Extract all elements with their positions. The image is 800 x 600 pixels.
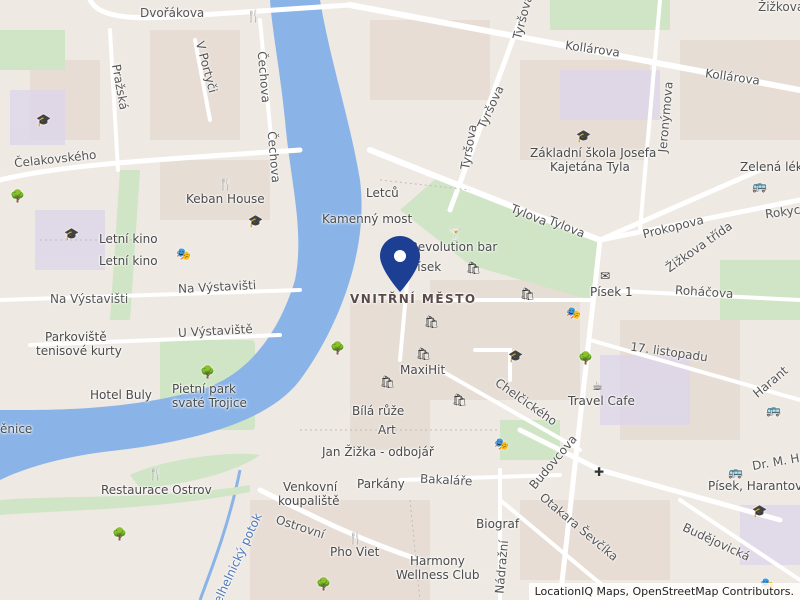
poi-venkovni-line1[interactable]: Venkovní bbox=[283, 480, 337, 494]
street-label-dvorakova: Dvořákova bbox=[140, 6, 205, 20]
poi-restaurace-ostrov[interactable]: Restaurace Ostrov bbox=[101, 483, 212, 497]
restaurant-icon[interactable]: 🍴 bbox=[348, 532, 363, 544]
poi-venkovni-line2[interactable]: koupaliště bbox=[278, 494, 339, 508]
school-icon[interactable]: 🎓 bbox=[248, 215, 263, 227]
poi-bila-ruze[interactable]: Bílá růže bbox=[352, 404, 404, 418]
theatre-icon[interactable]: 🎭 bbox=[494, 438, 509, 450]
school-icon[interactable]: 🎓 bbox=[508, 350, 523, 362]
poi-zakladni-skola-line1[interactable]: Základní škola Josefa bbox=[530, 146, 656, 160]
street-label-na-vystavisti-1: Na Výstavišti bbox=[50, 292, 129, 306]
school-icon[interactable]: 🎓 bbox=[752, 505, 767, 517]
school-icon[interactable]: 🎓 bbox=[576, 130, 591, 142]
poi-harmony-line2[interactable]: Wellness Club bbox=[396, 568, 479, 582]
poi-pietni-park-line1[interactable]: Pietní park bbox=[172, 382, 236, 396]
poi-pisek-1[interactable]: Písek 1 bbox=[590, 285, 633, 299]
map-canvas[interactable]: Dvořákova Pražská V Portyči Čechova Čech… bbox=[0, 0, 800, 600]
poi-pho-viet[interactable]: Pho Viet bbox=[330, 545, 379, 559]
tree-icon[interactable]: 🌳 bbox=[578, 352, 593, 364]
restaurant-icon[interactable]: 🍴 bbox=[246, 10, 261, 22]
tree-icon[interactable]: 🌳 bbox=[316, 578, 331, 590]
restaurant-icon[interactable]: 🍴 bbox=[148, 468, 163, 480]
poi-cenice: ěnice bbox=[0, 422, 33, 436]
pharmacy-icon[interactable]: ✚ bbox=[594, 466, 604, 478]
label-kamenny-most: Kamenný most bbox=[322, 212, 413, 226]
shop-icon[interactable]: 🛍 bbox=[424, 316, 439, 328]
street-label-bakalare: Bakaláře bbox=[419, 471, 473, 489]
shop-icon[interactable]: 🛍 bbox=[466, 262, 481, 274]
poi-revolution-bar[interactable]: Revolution bar bbox=[410, 240, 497, 254]
bus-icon[interactable]: 🚌 bbox=[766, 404, 781, 416]
theatre-icon[interactable]: 🎭 bbox=[176, 248, 191, 260]
tree-icon[interactable]: 🌳 bbox=[330, 342, 345, 354]
restaurant-icon[interactable]: 🍴 bbox=[218, 178, 233, 190]
tree-icon[interactable]: 🌳 bbox=[200, 366, 215, 378]
poi-pisek-harantova[interactable]: Písek, Harantova bbox=[708, 479, 800, 493]
poi-keban-house[interactable]: Keban House bbox=[186, 192, 265, 206]
poi-jan-zizka[interactable]: Jan Žižka - odbojář bbox=[322, 445, 434, 459]
poi-zakladni-skola-line2[interactable]: Kajetána Tyla bbox=[550, 160, 630, 174]
bus-icon[interactable]: 🚌 bbox=[728, 466, 743, 478]
poi-travel-cafe[interactable]: Travel Cafe bbox=[568, 394, 635, 408]
poi-biograf[interactable]: Biograf bbox=[476, 517, 519, 531]
poi-parkany[interactable]: Parkány bbox=[357, 477, 405, 491]
poi-tenisove-kurty[interactable]: tenisové kurty bbox=[36, 344, 122, 358]
bar-icon[interactable]: 🍸 bbox=[448, 228, 463, 240]
shop-icon[interactable]: 🛍 bbox=[520, 288, 535, 300]
district-label: VNITŘNÍ MĚSTO bbox=[350, 292, 477, 306]
poi-hotel-buly[interactable]: Hotel Buly bbox=[90, 388, 152, 402]
poi-pietni-park-line2[interactable]: svaté Trojice bbox=[172, 396, 247, 410]
tree-icon[interactable]: 🌳 bbox=[10, 190, 25, 202]
school-icon[interactable]: 🎓 bbox=[36, 114, 51, 126]
cafe-icon[interactable]: ☕ bbox=[592, 380, 603, 392]
label-letcu: Letců bbox=[366, 186, 399, 200]
tree-icon[interactable]: 🌳 bbox=[112, 528, 127, 540]
shop-icon[interactable]: 🛍 bbox=[416, 348, 431, 360]
school-icon[interactable]: 🎓 bbox=[64, 228, 79, 240]
poi-art[interactable]: Art bbox=[378, 423, 396, 437]
poi-harmony-line1[interactable]: Harmony bbox=[410, 554, 465, 568]
poi-letni-kino-2[interactable]: Letní kino bbox=[99, 254, 158, 268]
poi-zelena-lekarna[interactable]: Zelená léka bbox=[740, 160, 800, 174]
poi-maxihit[interactable]: MaxiHit bbox=[400, 363, 445, 377]
location-pin-icon[interactable] bbox=[380, 236, 420, 292]
shop-icon[interactable]: 🛍 bbox=[380, 376, 395, 388]
poi-letni-kino-1[interactable]: Letní kino bbox=[99, 232, 158, 246]
mail-icon[interactable]: ✉ bbox=[600, 270, 610, 282]
theatre-icon[interactable]: 🎭 bbox=[566, 307, 581, 319]
shop-icon[interactable]: 🛍 bbox=[452, 394, 467, 406]
bus-icon[interactable]: 🚌 bbox=[752, 180, 767, 192]
map-attribution: LocationIQ Maps, OpenStreetMap Contribut… bbox=[528, 583, 800, 600]
poi-parkoviste[interactable]: Parkoviště bbox=[45, 330, 107, 344]
street-label-zizkova: Žižkova bbox=[758, 0, 800, 14]
